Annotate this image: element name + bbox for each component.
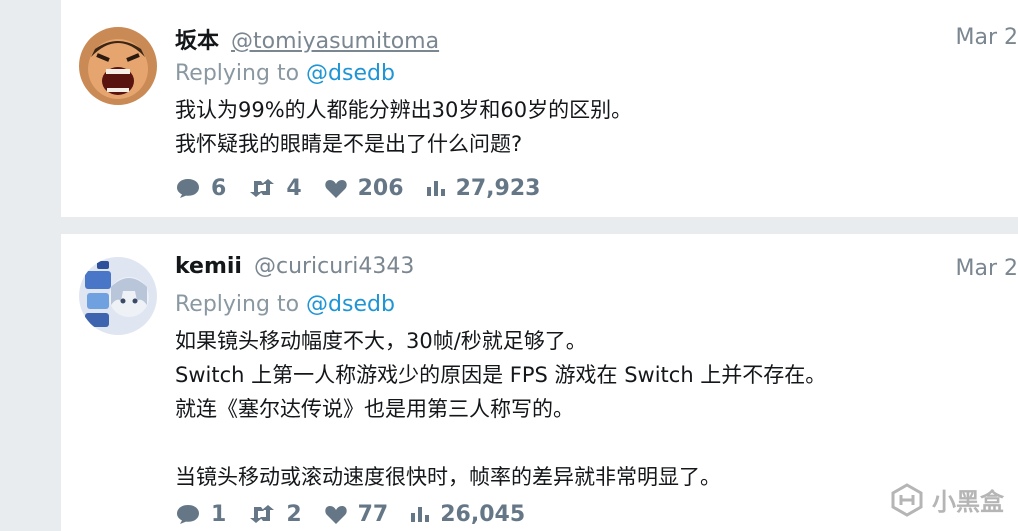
retweet-icon — [250, 505, 275, 523]
like-count: 77 — [357, 501, 389, 527]
replying-to-label: Replying to — [175, 61, 300, 86]
heart-icon — [324, 505, 347, 524]
comment-icon — [177, 179, 199, 198]
views-button[interactable]: 26,045 — [410, 502, 525, 527]
tweet-text-line: 我认为99%的人都能分辨出30岁和60岁的区别。 — [175, 98, 633, 122]
view-count: 27,923 — [455, 175, 541, 201]
heybox-logo-icon — [891, 482, 923, 517]
like-button[interactable]: 206 — [324, 176, 404, 201]
user-handle-link[interactable]: @curicuri4343 — [254, 254, 414, 279]
tweet-date[interactable]: Mar 2 — [956, 25, 1018, 50]
watermark-text: 小黑盒 — [932, 488, 1004, 516]
display-name[interactable]: 坂本 — [175, 23, 219, 55]
tweet-text-line: Switch 上第一人称游戏少的原因是 FPS 游戏在 Switch 上并不存在… — [175, 363, 827, 387]
tweet-text-line — [175, 426, 1018, 460]
reply-button[interactable]: 1 — [175, 502, 226, 527]
tweet-text: 我认为99%的人都能分辨出30岁和60岁的区别。 我怀疑我的眼睛是不是出了什么问… — [175, 93, 1018, 161]
comment-icon — [177, 505, 199, 524]
bar-chart-icon — [411, 507, 430, 522]
bar-chart-icon — [426, 181, 445, 196]
avatar[interactable] — [79, 27, 157, 105]
retweet-count: 2 — [286, 501, 302, 527]
view-count: 26,045 — [440, 501, 526, 527]
comment-count: 6 — [211, 175, 227, 201]
retweet-button[interactable]: 2 — [248, 501, 302, 527]
views-button[interactable]: 27,923 — [426, 175, 541, 201]
tweet-text-line: 我怀疑我的眼睛是不是出了什么问题? — [175, 132, 523, 156]
tweet-date[interactable]: Mar 2 — [956, 256, 1018, 281]
reply-card: kemii @curicuri4343 Mar 2 Replying to @d… — [61, 234, 1018, 531]
replying-to: Replying to @dsedb — [175, 288, 1018, 322]
retweet-button[interactable]: 4 — [248, 175, 302, 201]
user-handle-link[interactable]: @tomiyasumitoma — [231, 29, 439, 54]
heart-icon — [324, 179, 347, 198]
tweet-text-line: 就连《塞尔达传说》也是用第三人称写的。 — [175, 397, 574, 421]
tweet-text: 如果镜头移动幅度不大，30帧/秒就足够了。 Switch 上第一人称游戏少的原因… — [175, 324, 1018, 494]
reply-card: 坂本 @tomiyasumitoma Mar 2 Replying to @ds… — [61, 0, 1018, 217]
tweet-text-line: 如果镜头移动幅度不大，30帧/秒就足够了。 — [175, 329, 587, 353]
replying-to-label: Replying to — [175, 292, 300, 317]
mention-link[interactable]: @dsedb — [306, 61, 395, 86]
watermark: 小黑盒 — [890, 482, 1004, 517]
action-bar: 6 4 206 27,923 — [175, 173, 1018, 203]
mention-link[interactable]: @dsedb — [306, 292, 395, 317]
like-button[interactable]: 77 — [324, 501, 389, 527]
action-bar: 1 2 77 26,045 — [175, 499, 547, 529]
retweet-icon — [250, 179, 275, 197]
avatar[interactable] — [79, 257, 157, 335]
retweet-count: 4 — [286, 175, 302, 201]
display-name[interactable]: kemii — [175, 254, 242, 279]
comment-count: 1 — [211, 501, 227, 527]
replying-to: Replying to @dsedb — [175, 57, 1018, 91]
reply-button[interactable]: 6 — [175, 176, 226, 201]
like-count: 206 — [357, 175, 404, 201]
